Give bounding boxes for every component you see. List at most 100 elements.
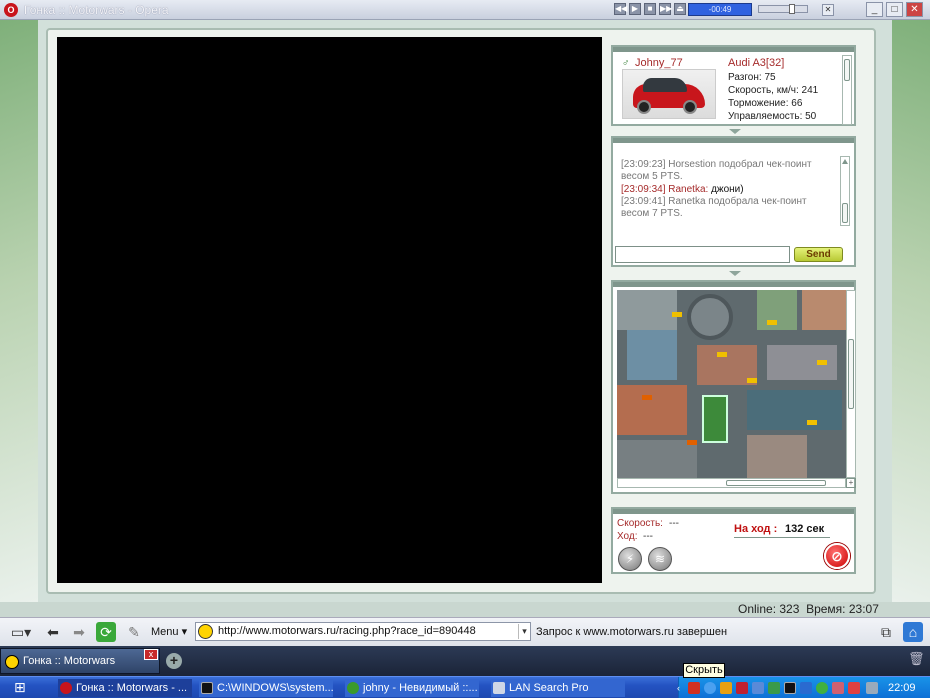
race-canvas[interactable] bbox=[57, 37, 602, 583]
map-marker bbox=[717, 352, 727, 357]
quit-race-button[interactable]: ⊘ bbox=[824, 543, 850, 569]
taskbar-item[interactable]: Гонка :: Motorwars - ... bbox=[58, 679, 192, 697]
signal-button[interactable]: ≋ bbox=[648, 547, 672, 571]
panels-icon[interactable]: ⧉ bbox=[876, 622, 896, 642]
map-block bbox=[627, 330, 677, 380]
zoom-plus-icon[interactable]: + bbox=[846, 478, 856, 488]
tray-app-icon[interactable] bbox=[816, 682, 828, 694]
chat-message-cont: весом 5 PTS. bbox=[621, 171, 683, 182]
menu-label: Menu bbox=[151, 626, 179, 638]
wifi-icon: ≋ bbox=[654, 552, 666, 566]
collapse-arrow-icon[interactable] bbox=[729, 271, 741, 276]
forward-icon[interactable]: ➡ bbox=[69, 622, 89, 642]
url-dropdown-icon[interactable]: ▾ bbox=[518, 624, 530, 639]
panel-toggle-icon[interactable]: ▭▾ bbox=[6, 622, 36, 642]
media-prev-button[interactable]: ◀◀ bbox=[614, 3, 627, 15]
start-button[interactable]: ⊞ bbox=[14, 679, 50, 696]
tray-app-icon[interactable] bbox=[800, 682, 812, 694]
new-tab-icon[interactable]: + bbox=[166, 653, 182, 669]
box-header bbox=[613, 282, 854, 287]
box-header bbox=[613, 509, 854, 514]
volume-icon[interactable] bbox=[866, 682, 878, 694]
scroll-up-icon[interactable] bbox=[842, 159, 848, 164]
scrollbar-thumb[interactable] bbox=[726, 480, 826, 486]
tray-app-icon[interactable] bbox=[720, 682, 732, 694]
tray-app-icon[interactable] bbox=[752, 682, 764, 694]
map-roundabout bbox=[687, 294, 733, 340]
media-play-button[interactable]: ▶ bbox=[629, 3, 641, 15]
tray-app-icon[interactable] bbox=[704, 682, 716, 694]
taskbar-item[interactable]: LAN Search Pro bbox=[491, 679, 625, 697]
media-next-button[interactable]: ▶▶ bbox=[659, 3, 672, 15]
map-marker bbox=[672, 312, 682, 317]
menu-button[interactable]: Menu ▾ bbox=[151, 625, 187, 638]
map-block bbox=[747, 390, 842, 430]
tray-app-icon[interactable] bbox=[688, 682, 700, 694]
taskbar-item[interactable]: C:\WINDOWS\system... bbox=[199, 679, 333, 697]
lan-search-icon bbox=[493, 682, 505, 694]
chat-message-cont: весом 7 PTS. bbox=[621, 208, 683, 219]
home-icon[interactable]: ⌂ bbox=[903, 622, 923, 642]
side-close-button[interactable]: ✕ bbox=[822, 4, 834, 16]
player-name[interactable]: Johny_77 bbox=[635, 57, 683, 69]
chat-text: Horsestion подобрал чек-поинт bbox=[668, 159, 812, 170]
page-background-left bbox=[0, 20, 38, 602]
stat-braking: Торможение: 66 bbox=[728, 98, 803, 109]
map-scrollbar-horizontal[interactable] bbox=[617, 478, 846, 488]
url-field[interactable]: http://www.motorwars.ru/racing.php?race_… bbox=[195, 622, 531, 641]
scrollbar-thumb[interactable] bbox=[844, 59, 850, 81]
tray-app-icon[interactable] bbox=[768, 682, 780, 694]
media-time-display: -00:49 bbox=[688, 3, 752, 16]
tray-app-icon[interactable] bbox=[832, 682, 844, 694]
chat-message: [23:09:34] Ranetka: джони) bbox=[621, 184, 744, 196]
tab-motorwars[interactable]: Гонка :: Motorwars x bbox=[0, 648, 160, 674]
collapse-arrow-icon[interactable] bbox=[729, 129, 741, 134]
car-window-shape bbox=[643, 78, 687, 92]
media-eject-button[interactable]: ⏏ bbox=[674, 3, 686, 15]
close-button[interactable]: ✕ bbox=[906, 2, 923, 17]
map-marker bbox=[747, 378, 757, 383]
windows-logo-icon: ⊞ bbox=[14, 679, 26, 695]
edit-icon[interactable]: ✎ bbox=[124, 622, 144, 642]
turn-timer-value: 132 сек bbox=[785, 523, 825, 535]
scrollbar-thumb[interactable] bbox=[842, 203, 848, 223]
race-status-box: Скорость: --- Ход: --- На ход : 132 сек … bbox=[611, 507, 856, 574]
scrollbar-thumb[interactable] bbox=[848, 339, 854, 409]
chat-scrollbar[interactable] bbox=[840, 156, 850, 226]
icq-icon bbox=[347, 682, 359, 694]
tray-app-icon[interactable] bbox=[784, 682, 796, 694]
taskbar-item[interactable]: johny - Невидимый ::... bbox=[345, 679, 479, 697]
tray-expand-icon[interactable]: ‹ bbox=[677, 682, 685, 694]
minimap[interactable] bbox=[617, 290, 846, 478]
clock: 22:09 bbox=[888, 682, 916, 694]
car-info-scrollbar[interactable] bbox=[842, 55, 852, 125]
volume-slider[interactable] bbox=[758, 4, 808, 14]
back-icon[interactable]: ⬅ bbox=[43, 622, 63, 642]
send-button[interactable]: Send bbox=[794, 247, 843, 262]
tab-label: Гонка :: Motorwars bbox=[23, 655, 116, 667]
online-info: Online: 323 Время: 23:07 bbox=[738, 602, 879, 616]
chat-author[interactable]: Ranetka: bbox=[668, 184, 708, 195]
speed-label: Скорость: bbox=[617, 518, 663, 529]
nitro-button[interactable]: ⚡ bbox=[618, 547, 642, 571]
url-text[interactable]: http://www.motorwars.ru/racing.php?race_… bbox=[218, 625, 476, 637]
chat-input[interactable] bbox=[615, 246, 790, 263]
car-model: Audi A3[32] bbox=[728, 57, 784, 69]
window-titlebar: O Гонка :: Motorwars - Opera ◀◀ ▶ ■ ▶▶ ⏏… bbox=[0, 0, 930, 20]
trash-icon[interactable]: 🗑 bbox=[908, 651, 925, 667]
map-scrollbar-vertical[interactable] bbox=[846, 290, 856, 478]
minimize-button[interactable]: _ bbox=[866, 2, 883, 17]
move-label: Ход: bbox=[617, 531, 638, 542]
turn-timer-label: На ход : bbox=[734, 523, 778, 535]
tray-app-icon[interactable] bbox=[848, 682, 860, 694]
tray-app-icon[interactable] bbox=[736, 682, 748, 694]
maximize-button[interactable]: □ bbox=[886, 2, 903, 17]
volume-slider-thumb[interactable] bbox=[789, 4, 795, 14]
car-info-box: ♂ Johny_77 Audi A3[32] Разгон: 75 Скорос… bbox=[611, 45, 856, 126]
reload-icon[interactable]: ⟳ bbox=[96, 622, 116, 642]
media-stop-button[interactable]: ■ bbox=[644, 3, 656, 15]
car-image bbox=[622, 69, 716, 119]
map-marker bbox=[767, 320, 777, 325]
tab-close-icon[interactable]: x bbox=[144, 649, 158, 660]
map-block bbox=[757, 290, 797, 330]
